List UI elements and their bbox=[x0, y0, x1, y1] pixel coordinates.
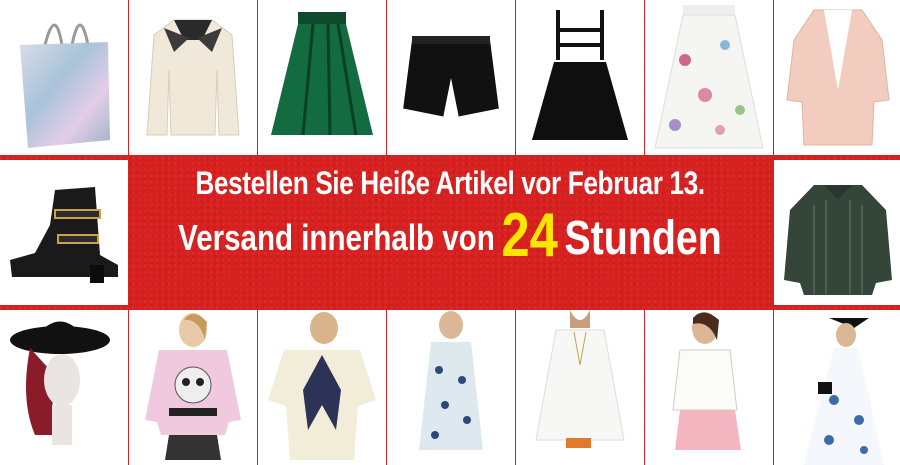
dress-icon bbox=[419, 311, 483, 450]
hat-icon bbox=[10, 321, 110, 445]
suspender-skirt-icon bbox=[532, 10, 628, 140]
shipping-suffix: Stunden bbox=[564, 212, 722, 265]
product-black-shorts[interactable] bbox=[387, 0, 515, 155]
floral-skirt-icon bbox=[654, 5, 764, 149]
product-eye-print-dress[interactable] bbox=[387, 310, 515, 465]
product-green-satin-skirt[interactable] bbox=[258, 0, 386, 155]
product-green-striped-shirt[interactable] bbox=[774, 160, 900, 305]
sweatshirt-icon bbox=[145, 313, 241, 460]
headline-shipping-promise: Versand innerhalb von 24 Stunden bbox=[163, 200, 737, 271]
product-white-slit-dress[interactable] bbox=[516, 310, 644, 465]
shipping-prefix: Versand innerhalb von bbox=[178, 217, 495, 258]
maxi-dress-icon bbox=[804, 318, 884, 465]
cardigan-icon bbox=[786, 9, 890, 146]
promo-banner[interactable]: Bestellen Sie Heiße Artikel vor Februar … bbox=[0, 0, 900, 465]
product-beige-drape-cardigan[interactable] bbox=[774, 0, 900, 155]
lace-top-icon bbox=[672, 312, 741, 450]
tee-icon bbox=[268, 312, 376, 460]
product-wing-print-tee[interactable] bbox=[258, 310, 386, 465]
product-black-floppy-hat[interactable] bbox=[0, 310, 128, 465]
tote-bag-icon bbox=[20, 23, 110, 148]
slit-dress-icon bbox=[535, 310, 625, 448]
boots-icon bbox=[10, 187, 118, 283]
headline-order-deadline: Bestellen Sie Heiße Artikel vor Februar … bbox=[195, 165, 705, 201]
skirt-icon bbox=[271, 12, 373, 136]
product-lace-top-pink-skirt[interactable] bbox=[645, 310, 773, 465]
shorts-icon bbox=[402, 36, 500, 120]
product-holographic-tote-bag[interactable] bbox=[0, 0, 128, 155]
product-chanel-skull-sweatshirt[interactable] bbox=[129, 310, 257, 465]
shipping-hours-number: 24 bbox=[501, 201, 558, 270]
product-cream-fur-jacket[interactable] bbox=[129, 0, 257, 155]
product-floral-maxi-dress[interactable] bbox=[774, 310, 900, 465]
product-black-suspender-skirt[interactable] bbox=[516, 0, 644, 155]
product-floral-midi-skirt[interactable] bbox=[645, 0, 773, 155]
product-black-buckle-boots[interactable] bbox=[0, 160, 128, 305]
shirt-icon bbox=[784, 185, 892, 295]
jacket-icon bbox=[146, 19, 240, 136]
